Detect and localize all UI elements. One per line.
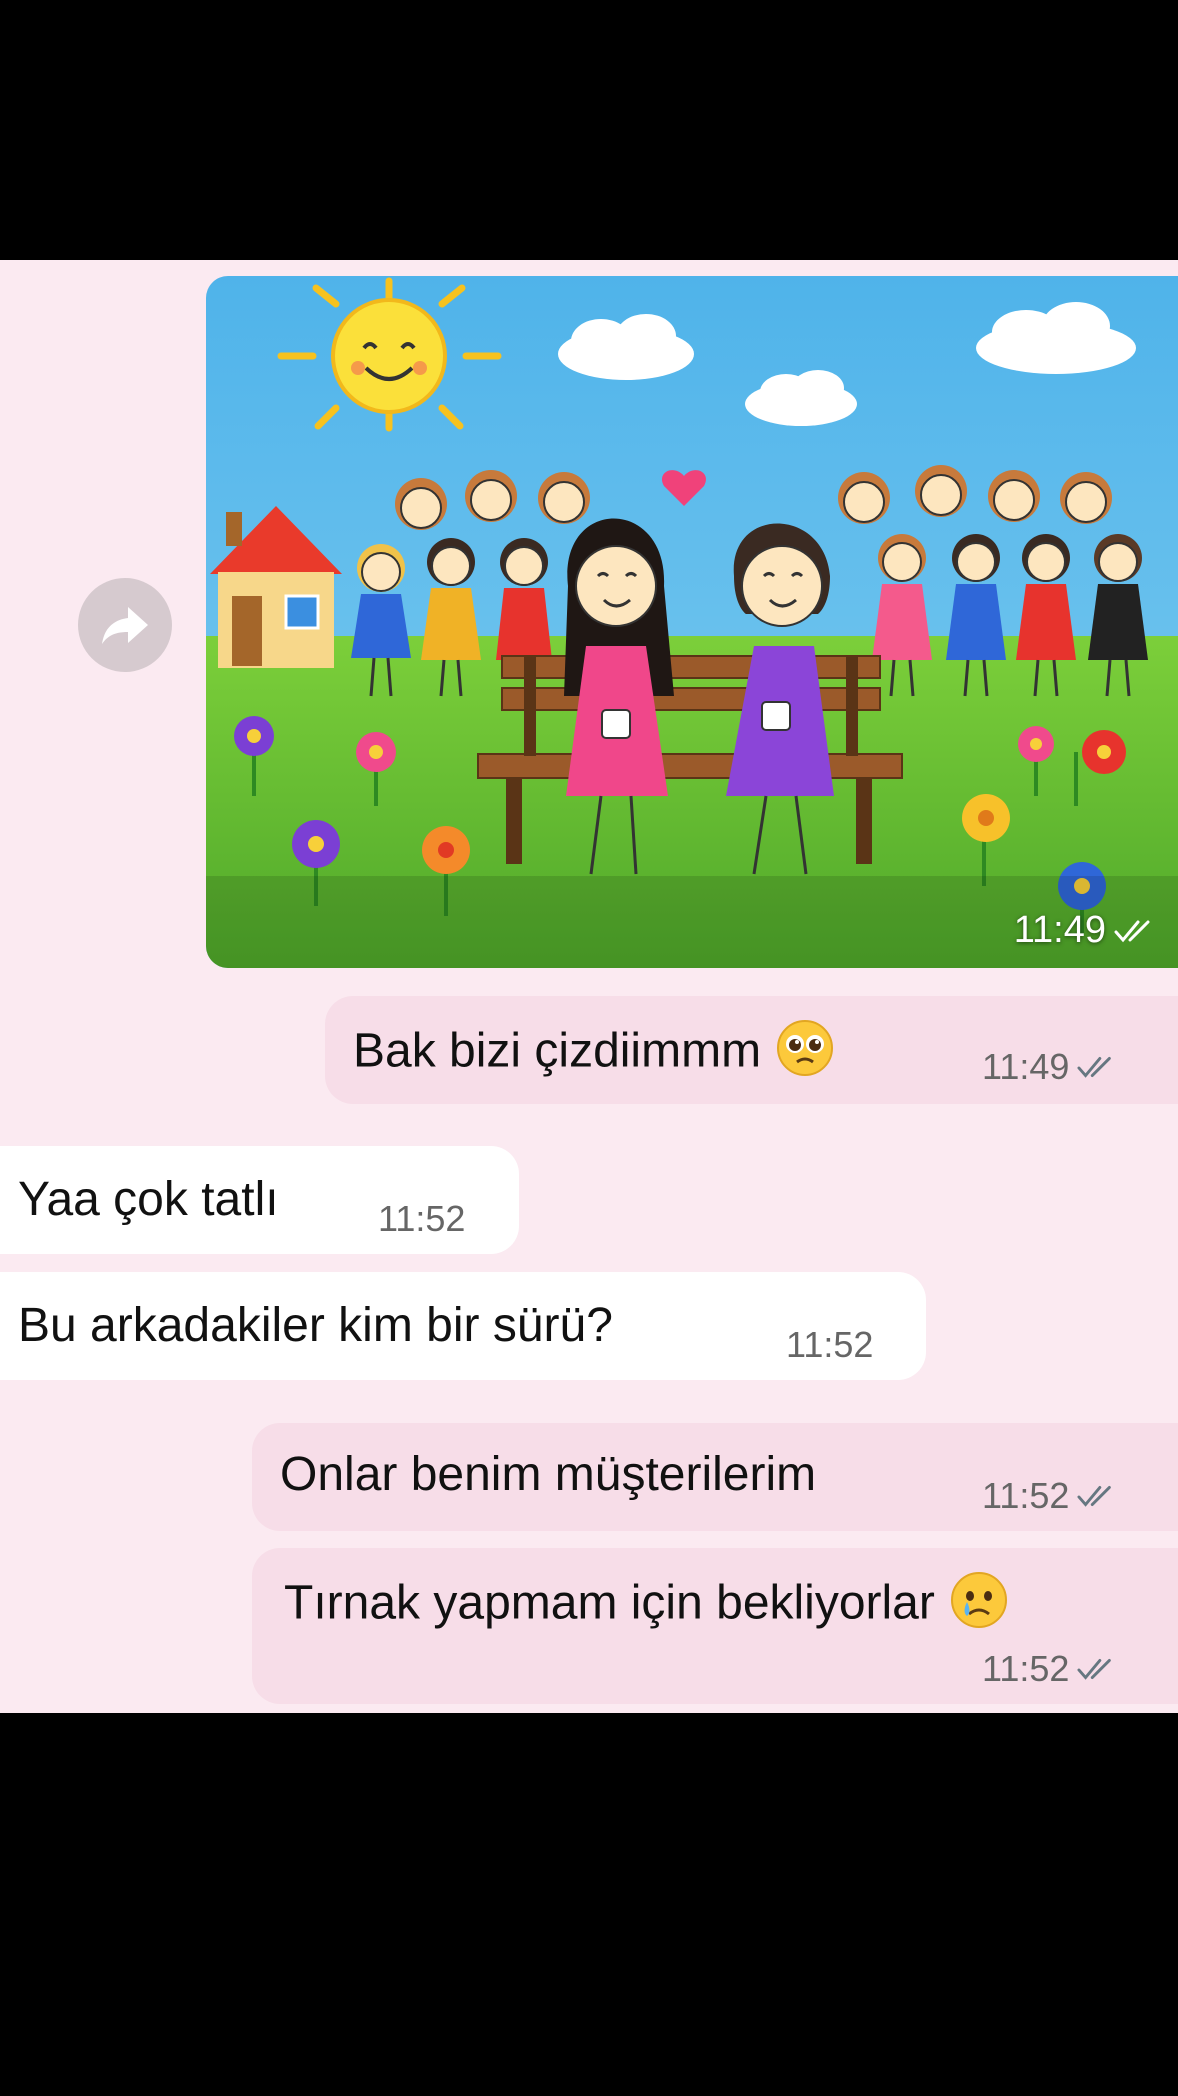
double-check-icon xyxy=(1077,1057,1112,1078)
outgoing-message[interactable]: Onlar benim müşterilerim 11:52 xyxy=(252,1423,1178,1531)
message-text: Onlar benim müşterilerim xyxy=(280,1448,817,1501)
message-image xyxy=(206,276,1178,968)
message-time: 11:52 xyxy=(982,1648,1070,1689)
image-message-time: 11:49 xyxy=(1014,909,1156,952)
message-time: 11:52 xyxy=(786,1324,874,1365)
message-time: 11:52 xyxy=(982,1475,1070,1516)
message-text: Yaa çok tatlı xyxy=(18,1173,279,1226)
double-check-icon xyxy=(1077,1486,1112,1507)
message-text: Bak bizi çizdiimmm xyxy=(353,1024,762,1078)
message-text: Tırnak yapmam için bekliyorlar xyxy=(284,1576,935,1630)
outgoing-message[interactable]: Tırnak yapmam için bekliyorlar 11:52 xyxy=(252,1548,1178,1704)
sad-tear-face-icon xyxy=(949,1570,1009,1642)
incoming-message[interactable]: Bu arkadakiler kim bir sürü? 11:52 xyxy=(0,1272,926,1380)
double-check-icon xyxy=(1114,920,1150,942)
outgoing-message[interactable]: Bak bizi çizdiimmm 11:49 xyxy=(325,996,1178,1104)
incoming-message[interactable]: Yaa çok tatlı 11:52 xyxy=(0,1146,519,1254)
forward-button[interactable] xyxy=(78,578,172,672)
double-check-icon xyxy=(1077,1659,1112,1680)
message-time: 11:49 xyxy=(982,1046,1070,1087)
chat-area: 11:49 Bak bizi çizdiimmm 11:49 Yaa çok t… xyxy=(0,260,1178,1713)
message-text: Bu arkadakiler kim bir sürü? xyxy=(18,1299,613,1352)
image-message[interactable]: 11:49 xyxy=(206,276,1178,968)
forward-arrow-icon xyxy=(102,607,148,644)
message-time: 11:52 xyxy=(378,1198,466,1239)
message-time: 11:49 xyxy=(1013,909,1106,951)
pleading-face-icon xyxy=(775,1018,835,1090)
